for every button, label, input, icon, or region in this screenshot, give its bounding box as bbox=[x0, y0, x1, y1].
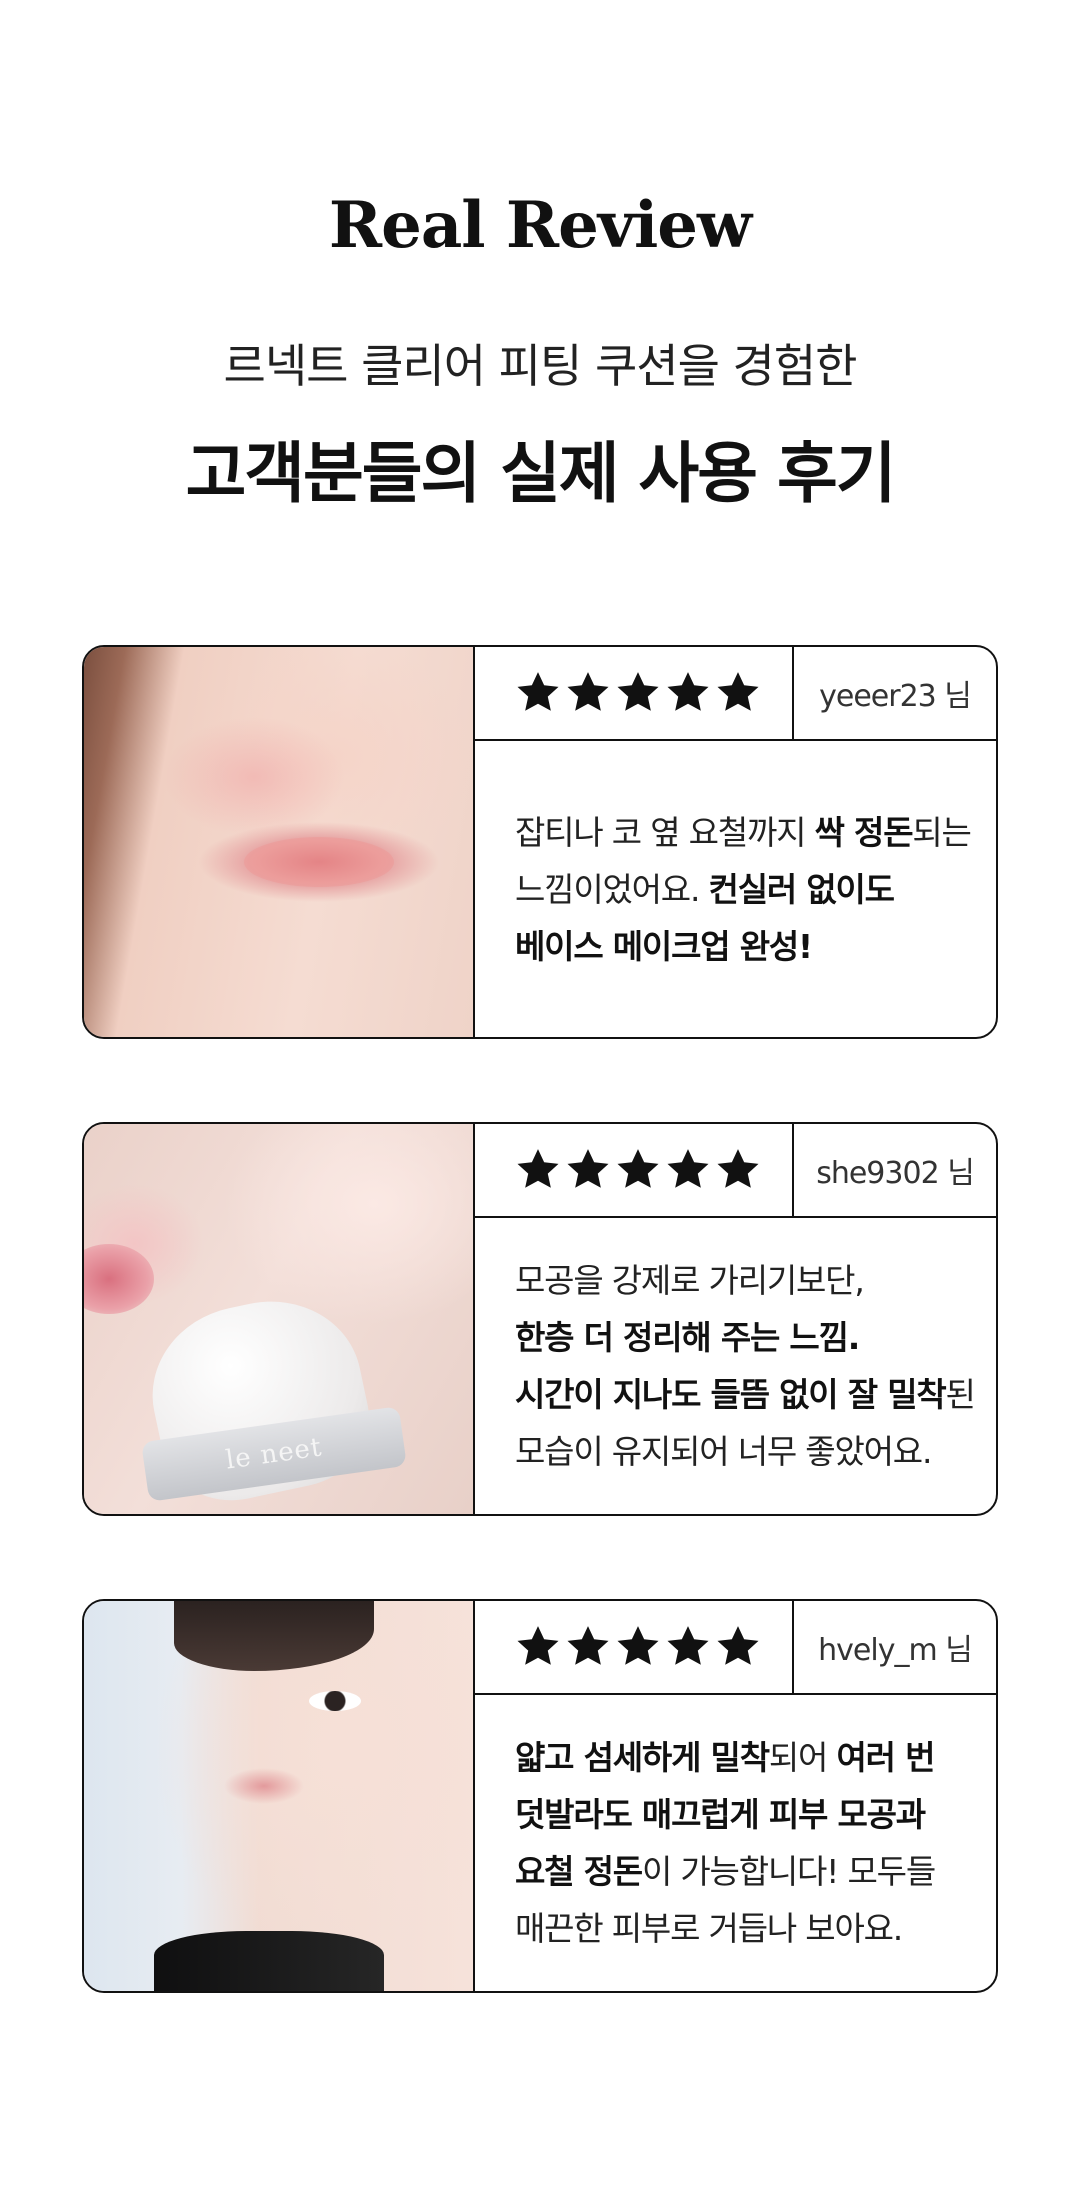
review-text-regular: 되는 bbox=[912, 812, 972, 852]
star-icon bbox=[567, 1149, 609, 1188]
review-line: 모공을 강제로 가리기보단, bbox=[515, 1252, 996, 1309]
review-text: 잡티나 코 옆 요철까지 싹 정돈되는 느낌이었어요. 컨실러 없이도 베이스 메이… bbox=[475, 741, 996, 1037]
review-text-bold: 한층 더 정리해 주는 느낌. bbox=[515, 1318, 860, 1357]
review-text-bold: 덧발라도 매끄럽게 피부 모공과 bbox=[515, 1795, 926, 1834]
review-line: 시간이 지나도 들뜸 없이 잘 밀착된 bbox=[515, 1366, 996, 1423]
review-text-regular: 이 가능합니다! 모두들 bbox=[641, 1852, 936, 1891]
reviewer-name: she9302 님 bbox=[816, 1156, 975, 1191]
review-line: 덧발라도 매끄럽게 피부 모공과 bbox=[515, 1786, 996, 1843]
review-line: 얇고 섬세하게 밀착되어 여러 번 bbox=[515, 1729, 996, 1786]
eye-shape bbox=[309, 1691, 361, 1711]
review-text: 얇고 섬세하게 밀착되어 여러 번덧발라도 매끄럽게 피부 모공과요철 정돈이 … bbox=[475, 1695, 996, 1991]
review-meta: yeeer23 님 bbox=[475, 647, 996, 741]
star-icon bbox=[667, 1149, 709, 1188]
review-line: 한층 더 정리해 주는 느낌. bbox=[515, 1309, 996, 1366]
star-icon bbox=[517, 1149, 559, 1188]
star-icon bbox=[617, 1149, 659, 1188]
review-meta: she9302 님 bbox=[475, 1124, 996, 1218]
review-line: 잡티나 코 옆 요철까지 싹 정돈되는 bbox=[515, 804, 996, 861]
reviewer-name: yeeer23 님 bbox=[819, 679, 972, 714]
review-photo bbox=[84, 1601, 475, 1991]
star-icon bbox=[617, 1626, 659, 1665]
review-line: 요철 정돈이 가능합니다! 모두들 bbox=[515, 1843, 996, 1900]
review-text-bold: 컨실러 없이도 bbox=[708, 869, 895, 909]
review-photo bbox=[84, 647, 475, 1037]
review-line: 느낌이었어요. 컨실러 없이도 bbox=[515, 861, 996, 918]
review-line: 매끈한 피부로 거듭나 보아요. bbox=[515, 1900, 996, 1957]
review-card: le neet she9302 님 모공을 강제로 가리기보단, 한층 더 정리해… bbox=[82, 1122, 998, 1516]
review-card: yeeer23 님 잡티나 코 옆 요철까지 싹 정돈되는 느낌이었어요. 컨실러… bbox=[82, 645, 998, 1039]
reviewer-name: hvely_m 님 bbox=[818, 1633, 973, 1668]
review-text-regular: 되어 bbox=[768, 1738, 837, 1777]
review-text-bold: 요철 정돈 bbox=[515, 1852, 643, 1891]
review-line: 모습이 유지되어 너무 좋았어요. bbox=[515, 1423, 996, 1480]
review-card: hvely_m 님 얇고 섬세하게 밀착되어 여러 번덧발라도 매끄럽게 피부 … bbox=[82, 1599, 998, 1993]
top-garment bbox=[154, 1931, 384, 1991]
review-text-bold: 시간이 지나도 들뜸 없이 잘 밀착 bbox=[515, 1375, 947, 1414]
star-icon bbox=[567, 672, 609, 711]
review-text: 모공을 강제로 가리기보단, 한층 더 정리해 주는 느낌. 시간이 지나도 들뜸 … bbox=[475, 1218, 996, 1514]
star-icon bbox=[717, 1626, 759, 1665]
star-icon bbox=[517, 672, 559, 711]
review-text-regular: 매끈한 피부로 거듭나 보아요. bbox=[515, 1909, 903, 1948]
rating-stars bbox=[515, 1146, 761, 1192]
rating-stars bbox=[515, 1623, 761, 1669]
star-icon bbox=[717, 1149, 759, 1188]
rating-stars bbox=[515, 669, 761, 715]
review-meta: hvely_m 님 bbox=[475, 1601, 996, 1695]
star-icon bbox=[617, 672, 659, 711]
review-text-regular: 모공을 강제로 가리기보단, bbox=[515, 1261, 865, 1300]
review-text-regular: 모습이 유지되어 너무 좋았어요. bbox=[515, 1432, 932, 1471]
review-text-bold: 싹 정돈 bbox=[814, 812, 914, 852]
review-headline: 고객분들의 실제 사용 후기 bbox=[185, 435, 897, 512]
star-icon bbox=[667, 1626, 709, 1665]
review-text-regular: 잡티나 코 옆 요철까지 bbox=[515, 812, 815, 852]
review-line: 베이스 메이크업 완성! bbox=[515, 918, 996, 975]
review-text-bold: 여러 번 bbox=[836, 1738, 935, 1777]
star-icon bbox=[667, 672, 709, 711]
review-section-title: Real Review bbox=[328, 188, 752, 263]
review-photo: le neet bbox=[84, 1124, 475, 1514]
lips-shape bbox=[244, 837, 394, 887]
review-text-bold: 베이스 메이크업 완성! bbox=[515, 926, 813, 966]
lips-shape bbox=[84, 1244, 154, 1314]
hair-shape bbox=[174, 1601, 374, 1671]
review-text-bold: 얇고 섬세하게 밀착 bbox=[515, 1738, 770, 1777]
review-text-regular: 된 bbox=[945, 1375, 976, 1414]
review-text-regular: 느낌이었어요. bbox=[515, 869, 709, 909]
star-icon bbox=[717, 672, 759, 711]
star-icon bbox=[567, 1626, 609, 1665]
star-icon bbox=[517, 1626, 559, 1665]
review-subtitle: 르넥트 클리어 피팅 쿠션을 경험한 bbox=[223, 339, 858, 393]
